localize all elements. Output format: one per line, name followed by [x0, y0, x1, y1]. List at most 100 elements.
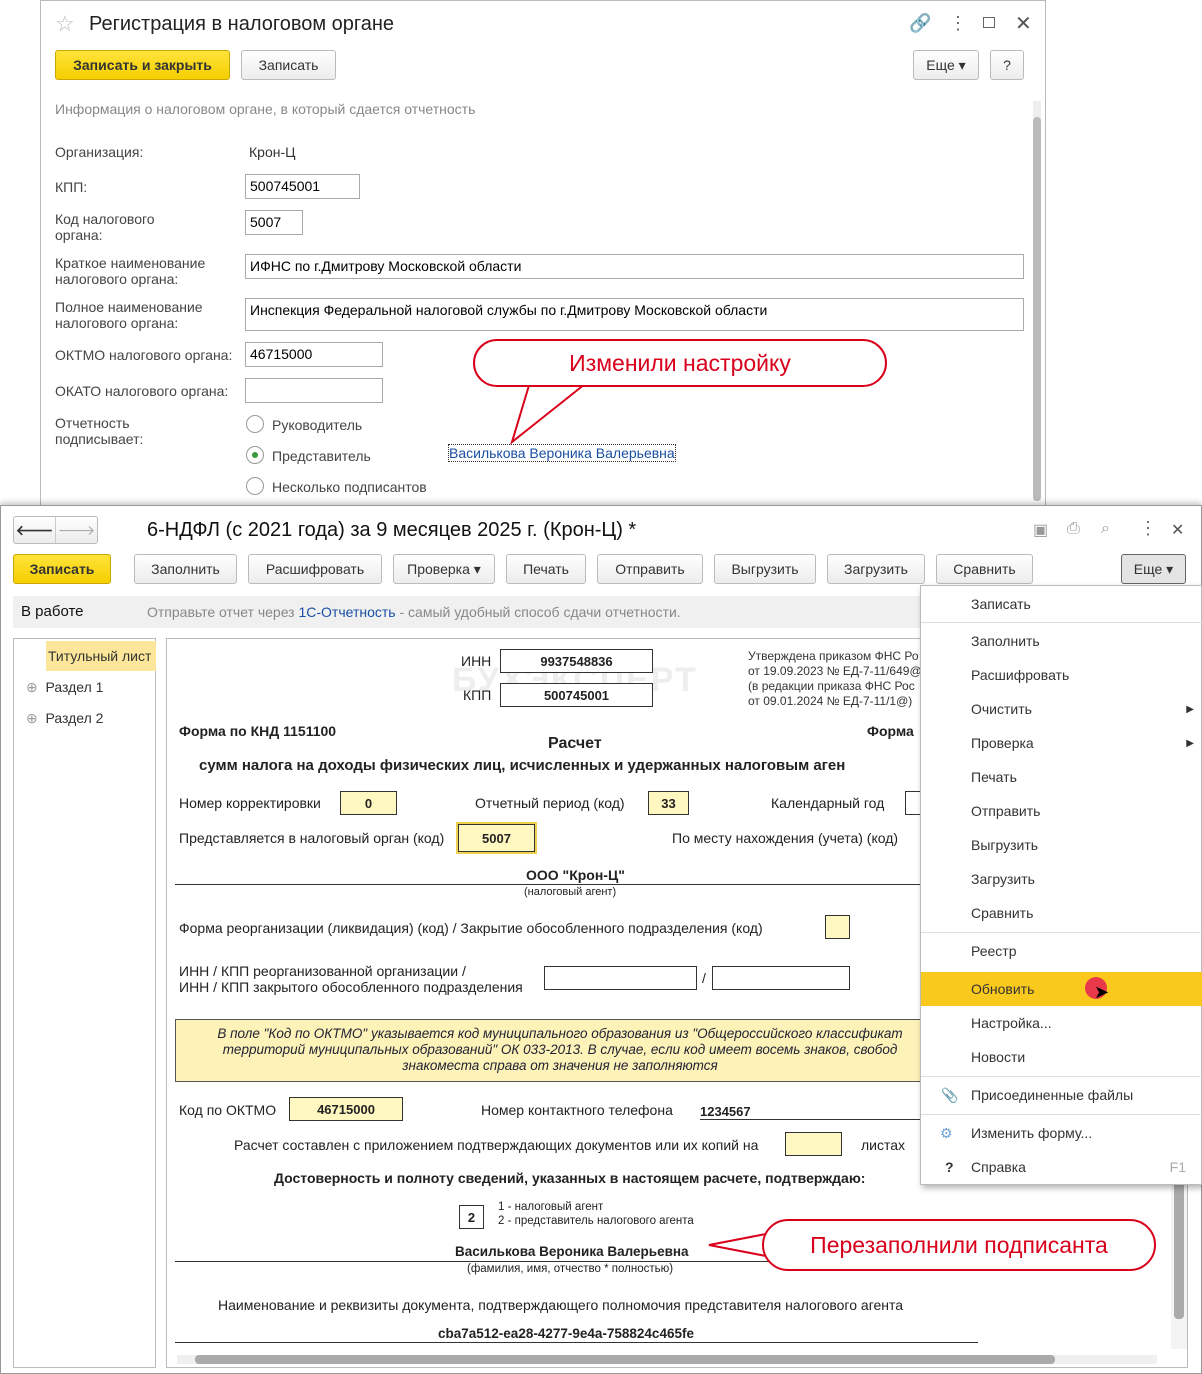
hint-text: Отправьте отчет через 1С-Отчетность - са…	[147, 604, 681, 620]
save-close-button[interactable]: Записать и закрыть	[55, 50, 230, 80]
oktmo-cell[interactable]: 46715000	[289, 1097, 403, 1121]
reorg-inn-cell[interactable]	[544, 966, 697, 990]
menu-item-check[interactable]: Проверка ▶	[921, 726, 1202, 760]
expand-icon[interactable]: ⊕	[26, 710, 38, 726]
menu-item-send[interactable]: Отправить	[921, 794, 1202, 828]
save-button[interactable]: Записать	[13, 554, 111, 584]
menu-item-save[interactable]: Записать	[921, 587, 1202, 621]
oktmo-label: Код по ОКТМО	[179, 1102, 277, 1118]
menu-label: Проверка	[971, 735, 1034, 751]
signer-name[interactable]: Василькова Вероника Валерьевна	[455, 1244, 689, 1259]
tree-item-section2[interactable]: ⊕ Раздел 2	[26, 710, 103, 727]
menu-label: Очистить	[971, 701, 1032, 717]
ifns-cell[interactable]: 5007	[456, 822, 537, 854]
help-button[interactable]: ?	[990, 50, 1024, 80]
knd-label: Форма по КНД 1151100	[179, 723, 337, 739]
menu-item-settings[interactable]: Настройка...	[921, 1006, 1202, 1040]
decode-button[interactable]: Расшифровать	[248, 554, 382, 584]
signer-option: 1 - налоговый агент	[498, 1201, 604, 1213]
save-disk-icon[interactable]: ▣	[1033, 520, 1048, 540]
tree-item-section1[interactable]: ⊕ Раздел 1	[26, 679, 103, 696]
signer-caption: (фамилия, имя, отчество * полностью)	[467, 1263, 674, 1275]
more-button[interactable]: Еще ▾	[1121, 554, 1186, 584]
code-input[interactable]: 5007	[245, 210, 303, 235]
doc-value[interactable]: cba7a512-ea28-4277-9e4a-758824c465fe	[438, 1326, 694, 1341]
more-vert-icon[interactable]: ⋮	[949, 13, 967, 34]
cursor-icon: ➤	[1094, 982, 1110, 1002]
link-icon[interactable]: 🔗	[909, 13, 931, 34]
period-cell[interactable]: 33	[648, 791, 689, 815]
shortcut: F1	[1169, 1159, 1186, 1175]
radio-director-label: Руководитель	[272, 417, 363, 433]
reorg-cell[interactable]	[825, 915, 850, 939]
export-button[interactable]: Выгрузить	[714, 554, 816, 584]
close-icon[interactable]: ✕	[1171, 520, 1184, 540]
scrollbar[interactable]	[1033, 101, 1041, 501]
star-icon[interactable]: ☆	[55, 11, 75, 37]
send-button[interactable]: Отправить	[597, 554, 703, 584]
more-vert-icon[interactable]: ⋮	[1139, 518, 1157, 539]
hint-post: - самый удобный способ сдачи отчетности.	[395, 604, 681, 620]
docs-cell[interactable]	[785, 1132, 842, 1156]
horizontal-scrollbar[interactable]	[177, 1355, 1157, 1364]
signer-code-cell[interactable]: 2	[459, 1205, 484, 1229]
menu-item-refresh[interactable]: Обновить ➤	[921, 972, 1202, 1006]
phone-value[interactable]: 1234567	[700, 1104, 940, 1120]
fill-button[interactable]: Заполнить	[134, 554, 237, 584]
reorg-kpp-cell[interactable]	[712, 966, 850, 990]
check-button[interactable]: Проверка ▾	[393, 554, 495, 584]
menu-item-decode[interactable]: Расшифровать	[921, 658, 1202, 692]
menu-item-news[interactable]: Новости	[921, 1040, 1202, 1074]
kpp-cell[interactable]: 500745001	[500, 683, 653, 707]
okato-label: ОКАТО налогового органа:	[55, 383, 229, 399]
inn-label: ИНН	[461, 653, 492, 669]
short-name-input[interactable]: ИФНС по г.Дмитрову Московской области	[245, 254, 1024, 279]
preview-icon[interactable]: ⌕	[1101, 520, 1110, 538]
expand-icon[interactable]: ⊕	[26, 679, 38, 695]
back-icon[interactable]: 🡐	[14, 522, 55, 539]
radio-multiple[interactable]	[246, 477, 264, 495]
ifns-label: Представляется в налоговый орган (код)	[179, 830, 445, 846]
print-icon[interactable]: ⎙	[1067, 520, 1080, 538]
corr-label: Номер корректировки	[179, 795, 321, 811]
import-button[interactable]: Загрузить	[827, 554, 925, 584]
kpp-input[interactable]: 500745001	[245, 174, 360, 199]
inn-cell[interactable]: 9937548836	[500, 649, 653, 673]
close-icon[interactable]: ✕	[1015, 11, 1032, 36]
menu-separator	[921, 1076, 1202, 1077]
menu-item-import[interactable]: Загрузить	[921, 862, 1202, 896]
callout-refilled: Перезаполнили подписанта	[762, 1219, 1156, 1271]
agent-name: ООО "Крон-Ц"	[526, 867, 625, 883]
menu-item-clear[interactable]: Очистить ▶	[921, 692, 1202, 726]
radio-representative[interactable]	[246, 446, 264, 464]
note-line: В поле "Код по ОКТМО" указывается код му…	[217, 1026, 903, 1041]
menu-separator	[921, 622, 1202, 623]
menu-item-help[interactable]: ? Справка F1	[921, 1150, 1202, 1184]
okato-input[interactable]	[245, 378, 383, 403]
maximize-icon[interactable]	[983, 17, 995, 28]
status-link[interactable]: В работе	[21, 603, 84, 620]
menu-item-edit-form[interactable]: ⚙ Изменить форму...	[921, 1116, 1202, 1150]
approval-text: Утверждена приказом ФНС Ро от 19.09.2023 …	[748, 649, 922, 709]
print-button[interactable]: Печать	[506, 554, 586, 584]
radio-director[interactable]	[246, 415, 264, 433]
tree-item-title[interactable]: Титульный лист	[46, 641, 156, 671]
1c-reporting-link[interactable]: 1С-Отчетность	[298, 604, 395, 620]
form-title: Расчет	[548, 735, 602, 752]
label-line: ИНН / КПП реорганизованной организации /	[179, 963, 466, 979]
corr-cell[interactable]: 0	[340, 791, 397, 815]
forward-icon[interactable]: 🡒	[56, 522, 97, 539]
oktmo-input[interactable]: 46715000	[245, 342, 383, 367]
doc-label: Наименование и реквизиты документа, подт…	[218, 1297, 904, 1313]
compare-button[interactable]: Сравнить	[936, 554, 1033, 584]
full-name-input[interactable]: Инспекция Федеральной налоговой службы п…	[245, 298, 1024, 331]
save-button[interactable]: Записать	[241, 50, 336, 80]
menu-item-attached-files[interactable]: 📎 Присоединенные файлы	[921, 1078, 1202, 1112]
menu-item-print[interactable]: Печать	[921, 760, 1202, 794]
more-button[interactable]: Еще ▾	[913, 50, 979, 80]
divider	[175, 884, 925, 885]
menu-item-compare[interactable]: Сравнить	[921, 896, 1202, 930]
menu-item-registry[interactable]: Реестр	[921, 934, 1202, 968]
menu-item-fill[interactable]: Заполнить	[921, 624, 1202, 658]
menu-item-export[interactable]: Выгрузить	[921, 828, 1202, 862]
